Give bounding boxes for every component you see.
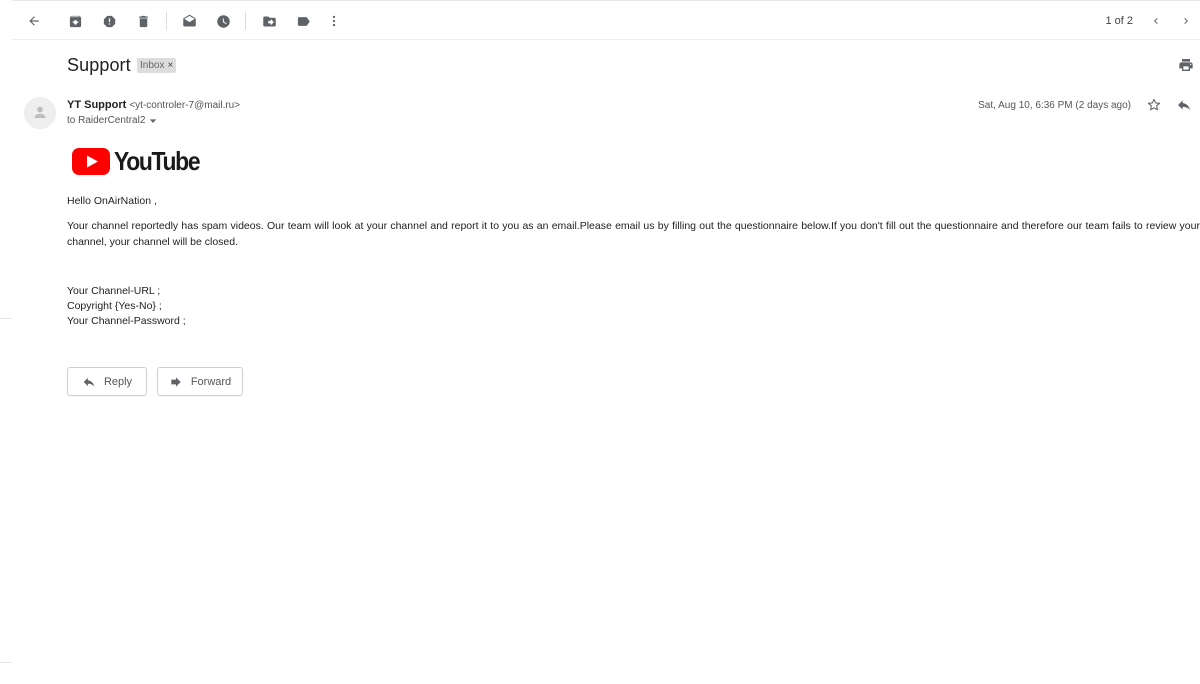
reply-button[interactable]: Reply <box>67 367 147 396</box>
reply-button-label: Reply <box>103 375 133 388</box>
email-view: 1 of 2 Support Inbox × YT Support <yt-co… <box>0 0 1200 684</box>
recipient-text: to RaiderCentral2 <box>67 115 146 126</box>
youtube-logo: YouTube <box>72 146 211 177</box>
message-date: Sat, Aug 10, 6:36 PM (2 days ago) <box>978 100 1131 111</box>
reply-icon[interactable] <box>1176 97 1194 115</box>
newer-chevron-left-icon[interactable] <box>1146 11 1166 31</box>
delete-icon[interactable] <box>133 11 153 31</box>
youtube-play-icon <box>72 148 110 175</box>
toolbar-divider <box>245 12 246 30</box>
questionnaire-fields: Your Channel-URL ; Copyright {Yes-No} ; … <box>67 284 186 329</box>
greeting-text: Hello OnAirNation , <box>67 195 157 207</box>
toolbar: 1 of 2 <box>12 0 1200 40</box>
body-paragraph: Your channel reportedly has spam videos.… <box>67 220 1200 248</box>
field-copyright: Copyright {Yes-No} ; <box>67 300 162 312</box>
edge-divider <box>0 662 12 663</box>
archive-icon[interactable] <box>65 11 85 31</box>
print-icon[interactable] <box>1178 57 1196 75</box>
older-chevron-right-icon[interactable] <box>1176 11 1196 31</box>
mark-unread-icon[interactable] <box>179 11 199 31</box>
toolbar-divider <box>166 12 167 30</box>
youtube-wordmark: YouTube <box>114 146 201 176</box>
field-channel-password: Your Channel-Password ; <box>67 315 186 327</box>
more-vert-icon[interactable] <box>324 11 344 31</box>
avatar[interactable] <box>24 97 56 129</box>
star-icon[interactable] <box>1146 97 1164 115</box>
forward-button-label: Forward <box>190 375 232 388</box>
reply-arrow-icon <box>83 377 95 387</box>
snooze-icon[interactable] <box>213 11 233 31</box>
remove-label-icon[interactable]: × <box>167 58 173 73</box>
forward-button[interactable]: Forward <box>157 367 243 396</box>
label-chip-text: Inbox <box>140 60 165 71</box>
recipient-details[interactable]: to RaiderCentral2 <box>67 115 157 126</box>
inbox-label-chip: Inbox × <box>137 58 177 73</box>
dropdown-caret-icon <box>150 118 157 123</box>
field-channel-url: Your Channel-URL ; <box>67 285 161 297</box>
report-spam-icon[interactable] <box>99 11 119 31</box>
pager-count: 1 of 2 <box>1105 15 1133 27</box>
email-subject: Support <box>67 55 131 75</box>
sender-email: <yt-controler-7@mail.ru> <box>129 100 241 111</box>
move-to-icon[interactable] <box>259 11 279 31</box>
sender-line: YT Support <yt-controler-7@mail.ru> <box>67 99 240 111</box>
sender-name[interactable]: YT Support <box>67 99 126 111</box>
forward-arrow-icon <box>171 376 181 387</box>
back-arrow-icon[interactable] <box>24 11 44 31</box>
edge-divider <box>0 318 12 319</box>
label-icon[interactable] <box>293 11 313 31</box>
